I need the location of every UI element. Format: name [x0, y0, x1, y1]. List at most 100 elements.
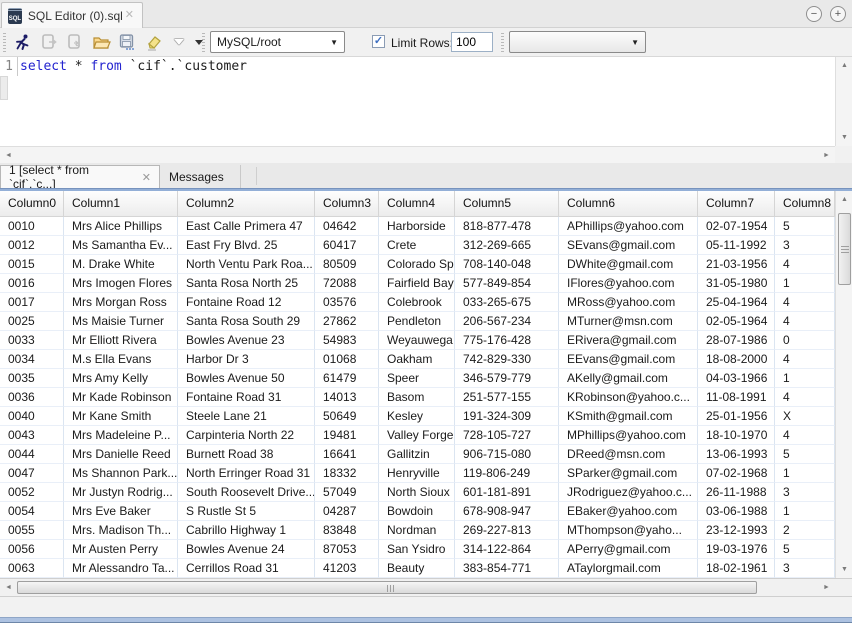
table-cell[interactable]: 0016 — [0, 274, 64, 293]
table-cell[interactable]: 04287 — [315, 502, 379, 521]
table-cell[interactable]: 728-105-727 — [455, 426, 559, 445]
table-cell[interactable]: KSmith@gmail.com — [559, 407, 698, 426]
table-cell[interactable]: Harborside — [379, 217, 455, 236]
table-cell[interactable]: 04642 — [315, 217, 379, 236]
table-cell[interactable]: 31-05-1980 — [698, 274, 775, 293]
table-cell[interactable]: 01068 — [315, 350, 379, 369]
table-cell[interactable]: Mr Justyn Rodrig... — [64, 483, 178, 502]
table-cell[interactable]: 19-03-1976 — [698, 540, 775, 559]
explain-statement-button[interactable] — [64, 31, 86, 53]
table-cell[interactable]: East Fry Blvd. 25 — [178, 236, 315, 255]
table-cell[interactable]: Mrs Amy Kelly — [64, 369, 178, 388]
save-file-button[interactable] — [116, 31, 138, 53]
table-cell[interactable]: 0036 — [0, 388, 64, 407]
result-tab-close-icon[interactable]: ✕ — [142, 171, 151, 184]
connection-combobox[interactable]: MySQL/root ▼ — [210, 31, 345, 53]
table-row[interactable]: 0054Mrs Eve BakerS Rustle St 504287Bowdo… — [0, 502, 835, 521]
table-cell[interactable]: 60417 — [315, 236, 379, 255]
table-cell[interactable]: Mr Kane Smith — [64, 407, 178, 426]
table-cell[interactable]: Mr Elliott Rivera — [64, 331, 178, 350]
table-cell[interactable]: Fontaine Road 31 — [178, 388, 315, 407]
table-cell[interactable]: 4 — [775, 293, 835, 312]
scroll-left-icon[interactable]: ◄ — [0, 579, 17, 596]
table-cell[interactable]: DWhite@gmail.com — [559, 255, 698, 274]
table-row[interactable]: 0044Mrs Danielle ReedBurnett Road 381664… — [0, 445, 835, 464]
table-cell[interactable]: Weyauwega — [379, 331, 455, 350]
table-cell[interactable]: 0 — [775, 331, 835, 350]
table-cell[interactable]: Basom — [379, 388, 455, 407]
table-cell[interactable]: 119-806-249 — [455, 464, 559, 483]
table-cell[interactable]: 2 — [775, 521, 835, 540]
table-cell[interactable]: 03-06-1988 — [698, 502, 775, 521]
table-cell[interactable]: 87053 — [315, 540, 379, 559]
table-cell[interactable]: Burnett Road 38 — [178, 445, 315, 464]
table-cell[interactable]: 07-02-1968 — [698, 464, 775, 483]
table-cell[interactable]: 13-06-1993 — [698, 445, 775, 464]
table-row[interactable]: 0034M.s Ella EvansHarbor Dr 301068Oakham… — [0, 350, 835, 369]
table-cell[interactable]: 80509 — [315, 255, 379, 274]
table-cell[interactable]: 61479 — [315, 369, 379, 388]
vertical-scroll-thumb[interactable] — [838, 213, 851, 285]
sql-code-editor[interactable]: 1 select * from `cif`.`customer — [0, 57, 835, 146]
table-cell[interactable]: SParker@gmail.com — [559, 464, 698, 483]
scroll-up-icon[interactable]: ▲ — [836, 57, 852, 74]
table-cell[interactable]: 775-176-428 — [455, 331, 559, 350]
table-cell[interactable]: 383-854-771 — [455, 559, 559, 578]
table-cell[interactable]: Valley Forge — [379, 426, 455, 445]
column-header[interactable]: Column0 — [0, 191, 64, 217]
table-cell[interactable]: 312-269-665 — [455, 236, 559, 255]
table-cell[interactable]: 03576 — [315, 293, 379, 312]
table-cell[interactable]: Steele Lane 21 — [178, 407, 315, 426]
table-cell[interactable]: 14013 — [315, 388, 379, 407]
table-cell[interactable]: 1 — [775, 464, 835, 483]
table-cell[interactable]: IFlores@yahoo.com — [559, 274, 698, 293]
table-cell[interactable]: East Calle Primera 47 — [178, 217, 315, 236]
scroll-down-icon[interactable]: ▼ — [836, 561, 852, 578]
table-cell[interactable]: 0043 — [0, 426, 64, 445]
table-cell[interactable]: 0034 — [0, 350, 64, 369]
table-cell[interactable]: Bowdoin — [379, 502, 455, 521]
table-cell[interactable]: 4 — [775, 255, 835, 274]
column-header[interactable]: Column1 — [64, 191, 178, 217]
table-cell[interactable]: 18-10-1970 — [698, 426, 775, 445]
table-cell[interactable]: Ms Maisie Turner — [64, 312, 178, 331]
table-row[interactable]: 0036Mr Kade RobinsonFontaine Road 311401… — [0, 388, 835, 407]
table-cell[interactable]: Bowles Avenue 24 — [178, 540, 315, 559]
tab-messages[interactable]: Messages — [161, 165, 241, 188]
table-cell[interactable]: 0052 — [0, 483, 64, 502]
table-cell[interactable]: Cerrillos Road 31 — [178, 559, 315, 578]
table-cell[interactable]: 54983 — [315, 331, 379, 350]
table-cell[interactable]: 577-849-854 — [455, 274, 559, 293]
tab-result-grid[interactable]: 1 [select * from `cif`.`c...] ✕ — [0, 165, 160, 188]
clear-editor-button[interactable] — [142, 31, 164, 53]
table-row[interactable]: 0056Mr Austen PerryBowles Avenue 2487053… — [0, 540, 835, 559]
tab-sql-editor[interactable]: SQL SQL Editor (0).sql ✕ — [1, 2, 143, 28]
table-cell[interactable]: JRodriguez@yahoo.c... — [559, 483, 698, 502]
table-cell[interactable]: 4 — [775, 312, 835, 331]
table-cell[interactable]: 251-577-155 — [455, 388, 559, 407]
open-file-button[interactable] — [90, 31, 112, 53]
table-cell[interactable]: APhillips@yahoo.com — [559, 217, 698, 236]
table-cell[interactable]: Crete — [379, 236, 455, 255]
table-cell[interactable]: Pendleton — [379, 312, 455, 331]
table-cell[interactable]: 0015 — [0, 255, 64, 274]
table-cell[interactable]: 0063 — [0, 559, 64, 578]
table-cell[interactable]: 21-03-1956 — [698, 255, 775, 274]
table-cell[interactable]: M. Drake White — [64, 255, 178, 274]
table-cell[interactable]: 0010 — [0, 217, 64, 236]
table-cell[interactable]: North Erringer Road 31 — [178, 464, 315, 483]
table-cell[interactable]: 4 — [775, 350, 835, 369]
editor-horizontal-scrollbar[interactable]: ◄ ► — [0, 146, 835, 163]
limit-rows-input[interactable] — [451, 32, 493, 52]
collapse-button[interactable]: − — [806, 6, 822, 22]
table-cell[interactable]: Gallitzin — [379, 445, 455, 464]
column-header[interactable]: Column5 — [455, 191, 559, 217]
tab-close-icon[interactable]: ✕ — [123, 8, 136, 23]
table-cell[interactable]: 18-08-2000 — [698, 350, 775, 369]
scroll-down-icon[interactable]: ▼ — [836, 129, 852, 146]
scroll-right-icon[interactable]: ► — [818, 147, 835, 164]
table-row[interactable]: 0052Mr Justyn Rodrig...South Roosevelt D… — [0, 483, 835, 502]
table-cell[interactable]: 0025 — [0, 312, 64, 331]
table-cell[interactable]: Ms Samantha Ev... — [64, 236, 178, 255]
column-header[interactable]: Column4 — [379, 191, 455, 217]
